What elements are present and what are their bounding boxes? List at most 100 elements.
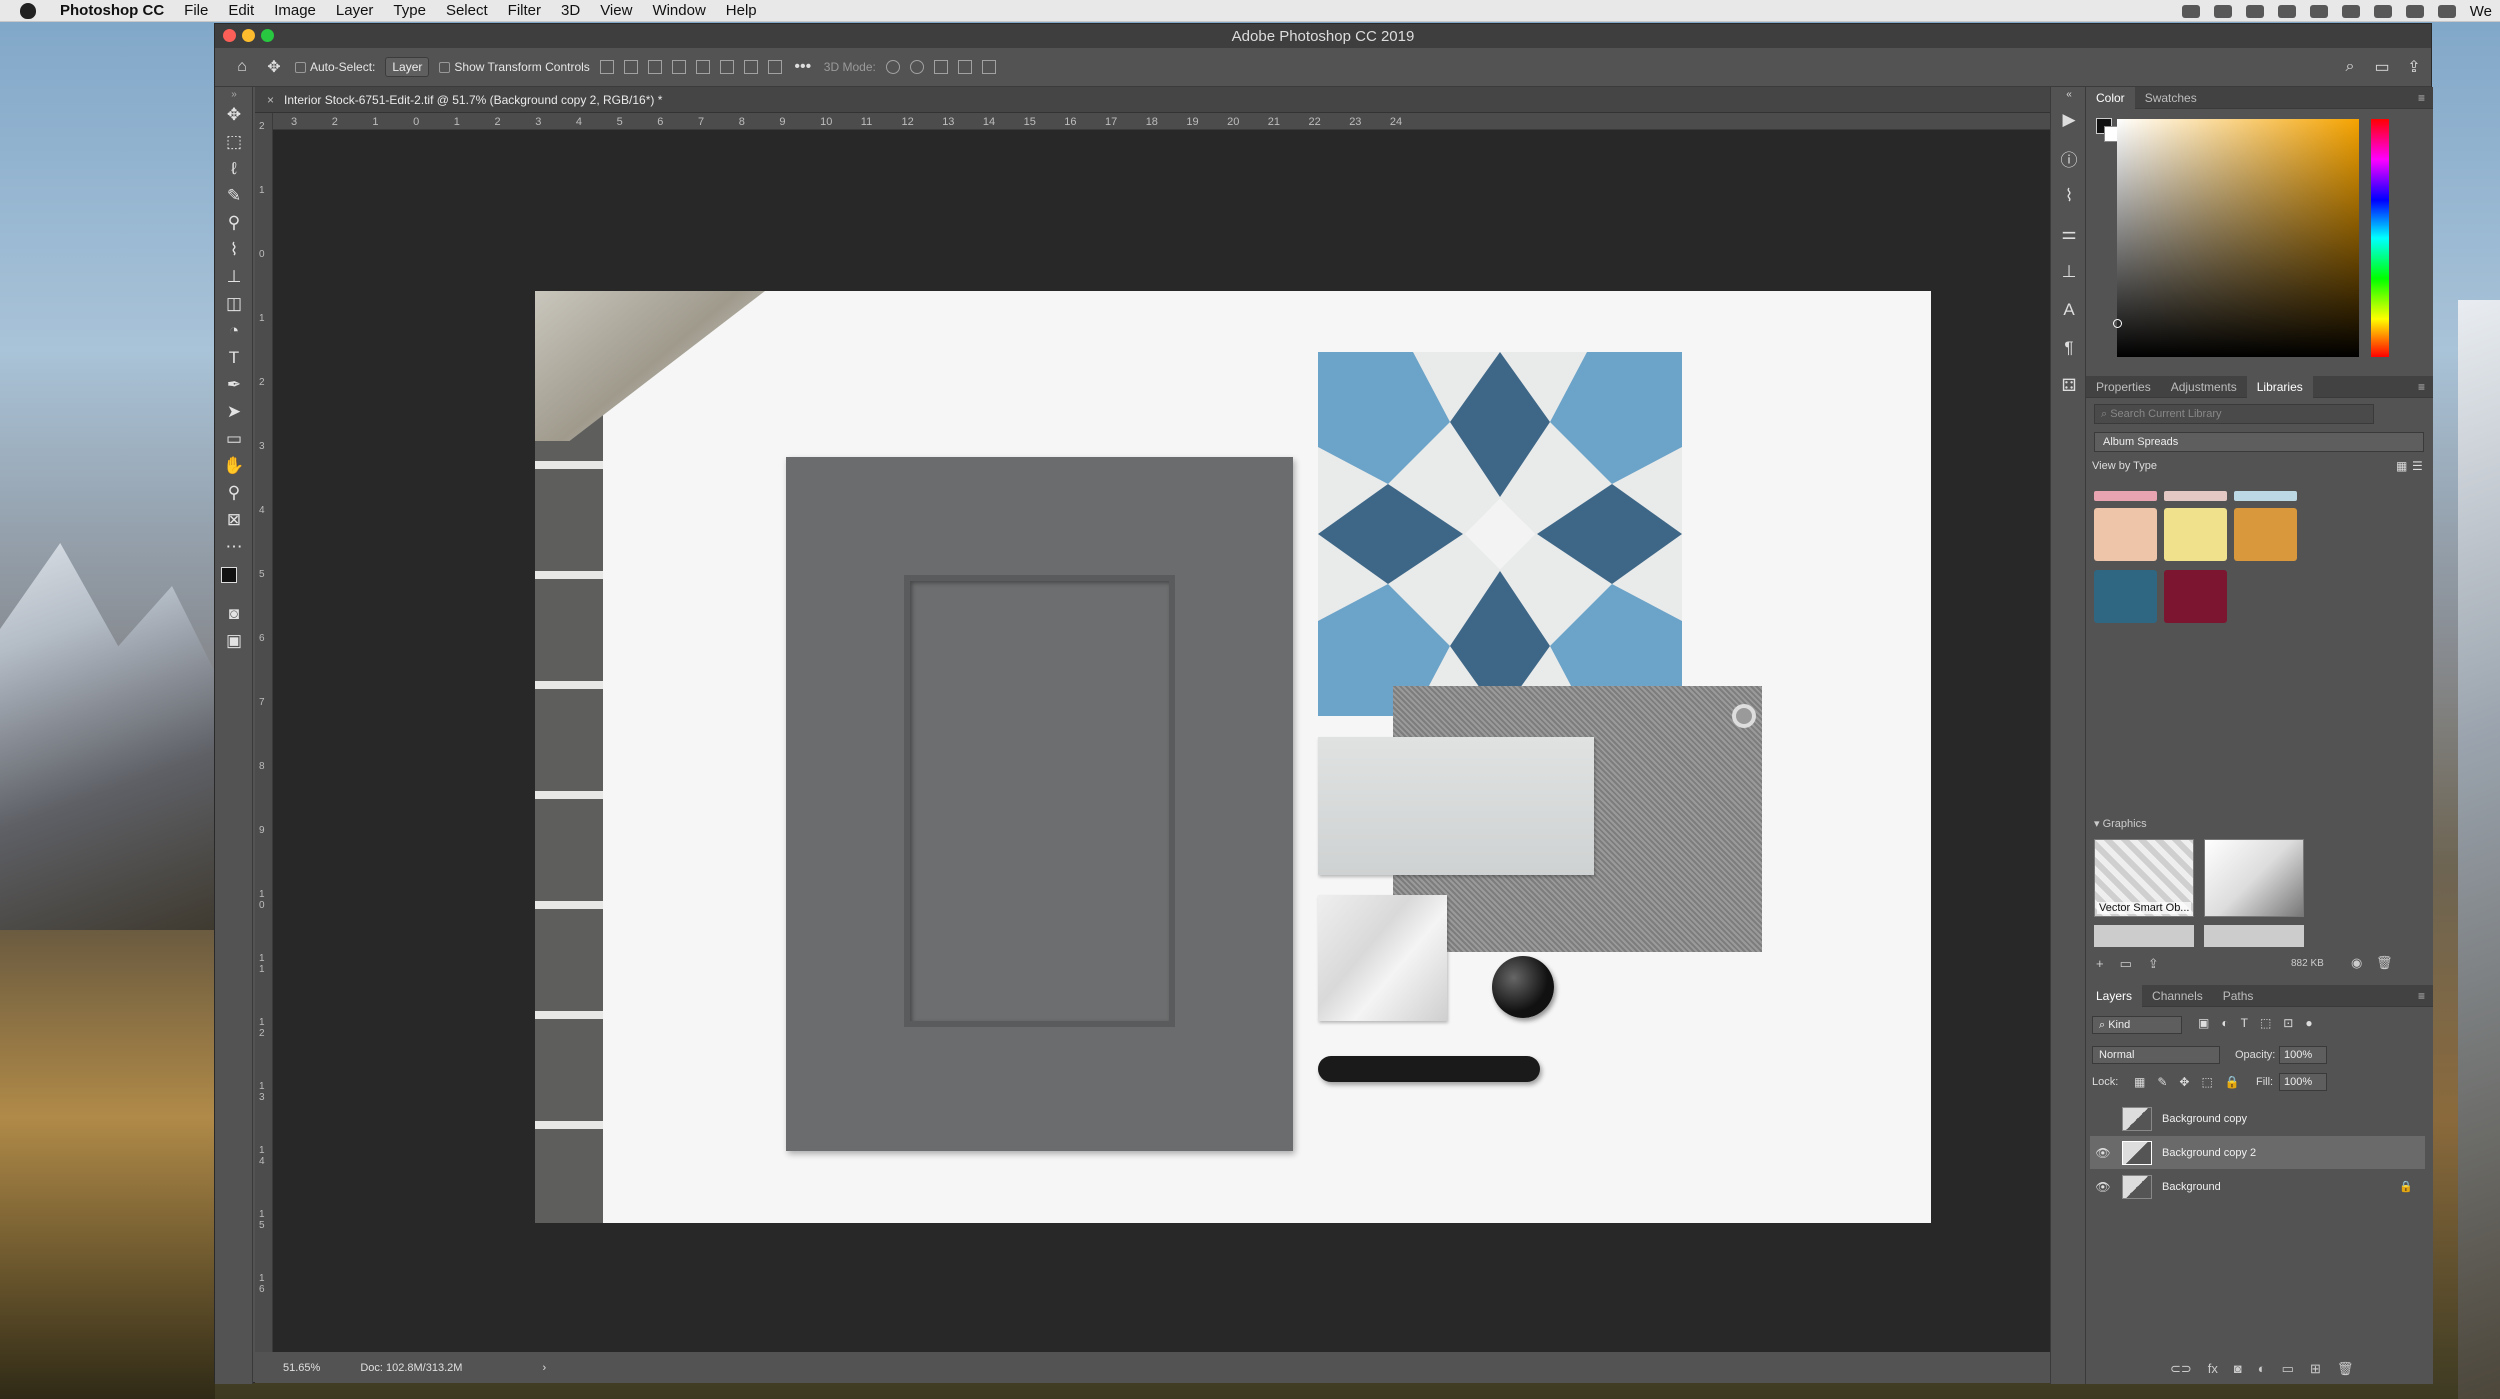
edit-toolbar-icon[interactable]: ⋯ [215, 533, 253, 560]
hue-slider[interactable] [2371, 119, 2389, 357]
layer-row-selected[interactable]: 👁 Background copy 2 [2090, 1136, 2425, 1169]
library-graphic-item[interactable] [2204, 839, 2304, 917]
menu-file[interactable]: File [174, 2, 218, 19]
library-color-swatch[interactable] [2094, 508, 2157, 561]
blend-mode-dropdown[interactable]: Normal [2092, 1046, 2220, 1064]
wifi-icon[interactable] [2437, 4, 2456, 18]
filter-toggle-icon[interactable]: ● [2305, 1016, 2312, 1030]
3d-roll-icon[interactable] [909, 60, 924, 74]
3d-slide-icon[interactable] [957, 60, 972, 74]
fx-icon[interactable]: fx [2208, 1361, 2218, 1377]
status-icon[interactable] [2341, 4, 2360, 18]
glyphs-icon[interactable]: ⚃ [2051, 367, 2087, 405]
align-middle-icon[interactable] [719, 60, 734, 74]
layer-row[interactable]: Background copy [2090, 1102, 2425, 1135]
zoom-tool-icon[interactable]: ⚲ [215, 479, 253, 506]
3d-scale-icon[interactable] [981, 60, 996, 74]
align-right-icon[interactable] [647, 60, 662, 74]
distribute-vertical-icon[interactable] [767, 60, 782, 74]
library-graphic-item[interactable] [2094, 925, 2194, 947]
path-select-tool-icon[interactable]: ➤ [215, 398, 253, 425]
time-machine-icon[interactable] [2373, 4, 2392, 18]
status-icon[interactable] [2181, 4, 2200, 18]
add-content-icon[interactable]: + [2096, 956, 2104, 972]
menu-image[interactable]: Image [264, 2, 326, 19]
creative-cloud-icon[interactable] [2213, 4, 2232, 18]
brush-tool-icon[interactable]: ⌇ [215, 236, 253, 263]
dodge-tool-icon[interactable]: ◔ [215, 317, 253, 344]
menu-app-name[interactable]: Photoshop CC [50, 2, 174, 19]
status-icon[interactable] [2277, 4, 2296, 18]
quick-select-tool-icon[interactable]: ✎ [215, 182, 253, 209]
lock-position-icon[interactable]: ✥ [2179, 1075, 2189, 1089]
zoom-level[interactable]: 51.65% [283, 1362, 320, 1374]
eraser-tool-icon[interactable]: ◫ [215, 290, 253, 317]
new-folder-icon[interactable]: ▭ [2120, 956, 2132, 972]
tab-adjustments[interactable]: Adjustments [2161, 376, 2247, 398]
menu-3d[interactable]: 3D [551, 2, 590, 19]
library-color-swatch[interactable] [2164, 508, 2227, 561]
library-graphic-item[interactable] [2204, 925, 2304, 947]
marquee-tool-icon[interactable]: ⬚ [215, 128, 253, 155]
menu-help[interactable]: Help [716, 2, 767, 19]
apple-icon[interactable] [20, 2, 36, 19]
move-tool-icon[interactable]: ✥ [215, 101, 253, 128]
quick-mask-icon[interactable]: ◙ [215, 600, 253, 627]
eye-icon[interactable]: 👁 [2090, 1146, 2116, 1160]
lock-icon[interactable]: 🔒 [2399, 1180, 2413, 1193]
align-top-icon[interactable] [695, 60, 710, 74]
library-color-swatch[interactable] [2094, 570, 2157, 623]
layer-row[interactable]: 👁 Background 🔒 [2090, 1170, 2425, 1203]
library-graphic-item[interactable]: Vector Smart Ob... [2094, 839, 2194, 917]
layer-name[interactable]: Background [2162, 1181, 2221, 1193]
library-color-swatch[interactable] [2164, 570, 2227, 623]
tab-swatches[interactable]: Swatches [2135, 87, 2207, 109]
color-picker-cursor[interactable] [2113, 319, 2122, 328]
tab-channels[interactable]: Channels [2142, 985, 2213, 1007]
library-select-dropdown[interactable]: Album Spreads [2094, 432, 2424, 452]
tab-properties[interactable]: Properties [2086, 376, 2161, 398]
opacity-field[interactable]: 100% [2279, 1046, 2327, 1064]
show-transform-toggle[interactable]: Show Transform Controls [439, 60, 590, 74]
sync-icon[interactable]: ◉ [2351, 955, 2362, 971]
align-center-icon[interactable] [623, 60, 638, 74]
auto-select-dropdown[interactable]: Layer [385, 57, 430, 77]
add-mask-icon[interactable]: ◙ [2234, 1361, 2242, 1377]
status-icon[interactable] [2309, 4, 2328, 18]
info-icon[interactable]: ⓘ [2051, 139, 2087, 177]
workspace-icon[interactable]: ▭ [2371, 57, 2393, 77]
character-icon[interactable]: A [2051, 291, 2087, 329]
close-window-button[interactable] [223, 29, 236, 42]
stamp-tool-icon[interactable]: ⊥ [215, 263, 253, 290]
link-layers-icon[interactable]: ⊂⊃ [2170, 1361, 2192, 1377]
lock-artboard-icon[interactable]: ⬚ [2201, 1075, 2212, 1089]
color-field[interactable] [2113, 119, 2359, 357]
3d-orbit-icon[interactable] [885, 60, 900, 74]
shape-filter-icon[interactable]: ⬚ [2260, 1016, 2271, 1030]
adjustments-icon[interactable]: ⚌ [2051, 215, 2087, 253]
tab-libraries[interactable]: Libraries [2246, 375, 2313, 398]
lock-transparent-icon[interactable]: ▦ [2134, 1075, 2145, 1089]
search-icon[interactable]: ⌕ [2339, 57, 2361, 77]
tab-paths[interactable]: Paths [2213, 985, 2264, 1007]
pen-tool-icon[interactable]: ✒ [215, 371, 253, 398]
panel-menu-icon[interactable]: ≡ [2418, 91, 2425, 105]
color-swatches[interactable] [215, 560, 253, 600]
delete-layer-icon[interactable]: 🗑 [2337, 1361, 2354, 1377]
lock-image-icon[interactable]: ✎ [2157, 1075, 2167, 1089]
trash-icon[interactable]: 🗑 [2376, 955, 2393, 971]
align-left-icon[interactable] [599, 60, 614, 74]
paragraph-icon[interactable]: ¶ [2051, 329, 2087, 367]
grid-view-icon[interactable]: ▦ [2396, 459, 2407, 473]
menu-edit[interactable]: Edit [218, 2, 264, 19]
minimize-window-button[interactable] [242, 29, 255, 42]
panel-menu-icon[interactable]: ≡ [2418, 989, 2425, 1003]
clone-source-icon[interactable]: ⊥ [2051, 253, 2087, 291]
more-options-icon[interactable]: ••• [792, 57, 814, 77]
auto-select-checkbox[interactable] [295, 62, 306, 74]
smart-object-filter-icon[interactable]: ⊡ [2283, 1016, 2293, 1030]
tab-layers[interactable]: Layers [2086, 984, 2143, 1007]
share-icon[interactable]: ⇪ [2403, 57, 2425, 77]
new-group-icon[interactable]: ▭ [2282, 1361, 2294, 1377]
actions-play-icon[interactable]: ▶ [2051, 101, 2087, 139]
